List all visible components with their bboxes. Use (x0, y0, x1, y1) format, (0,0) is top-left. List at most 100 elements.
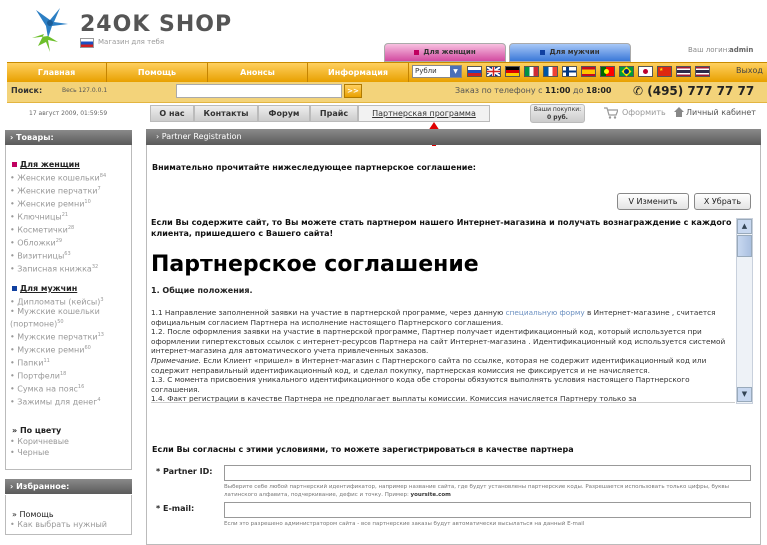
phone-mid: до (570, 86, 587, 95)
item-label: Женские перчатки (17, 186, 98, 196)
nav-home[interactable]: Главная (7, 63, 107, 83)
nav-info[interactable]: Информация (308, 63, 409, 83)
email-input[interactable] (224, 502, 751, 518)
sidebar-item[interactable]: • Дипломаты (кейсы)3 (10, 297, 104, 307)
logo-icon (32, 8, 68, 52)
fav-item[interactable]: • Как выбрать нужный (10, 520, 107, 529)
currency-select[interactable]: Рубли ▼ (412, 65, 462, 78)
logout-link[interactable]: Выход (736, 66, 763, 75)
sidebar-item[interactable]: • Черные (10, 448, 49, 457)
item-count: 50 (57, 319, 64, 325)
flag-cn-icon[interactable]: ★ (657, 66, 672, 77)
logo-text[interactable]: 24OK SHOP (80, 12, 232, 37)
item-count: 16 (77, 384, 85, 390)
flag-fr-icon[interactable] (543, 66, 558, 77)
sidebar-item[interactable]: • Папки11 (10, 358, 50, 368)
agreement-textarea[interactable]: Если Вы содержите сайт, то Вы можете ста… (151, 217, 735, 403)
sidebar-item[interactable]: • Коричневые (10, 437, 69, 446)
item-label: Мужские кошельки (портмоне) (10, 307, 100, 329)
item-count: 11 (43, 358, 50, 364)
sidebar-item[interactable]: • Визитницы63 (10, 251, 71, 261)
tab-women[interactable]: Для женщин (384, 43, 506, 62)
cart-summary[interactable]: Ваши покупки: 0 руб. (530, 104, 585, 123)
flag-es-icon[interactable] (581, 66, 596, 77)
category-women[interactable]: Для женщин (12, 160, 80, 169)
edit-button[interactable]: V Изменить (617, 193, 689, 210)
flag-th2-icon[interactable] (695, 66, 710, 77)
sidebar-item[interactable]: • Мужские перчатки13 (10, 332, 104, 342)
nav-announcements[interactable]: Анонсы (208, 63, 308, 83)
item-label: Коричневые (17, 437, 69, 446)
agreement-paragraph: 1.2. После оформления заявки на участие … (151, 327, 726, 356)
sidebar-item[interactable]: • Косметички28 (10, 225, 74, 235)
tab-contacts[interactable]: Контакты (194, 105, 258, 122)
fav-item[interactable]: » Помощь (12, 510, 54, 519)
sidebar-item[interactable]: • Ключницы21 (10, 212, 68, 222)
tab-partner-program[interactable]: Партнерская программа (358, 105, 490, 122)
search-input[interactable] (176, 84, 342, 98)
category-by-color[interactable]: » По цвету (12, 426, 61, 435)
flag-it-icon[interactable] (524, 66, 539, 77)
email-label-text: E-mail: (162, 504, 195, 513)
tab-price[interactable]: Прайс (310, 105, 358, 122)
login-user[interactable]: admin (729, 46, 753, 54)
phone-to: 18:00 (586, 86, 612, 95)
nav-help[interactable]: Помощь (107, 63, 208, 83)
sidebar-item[interactable]: • Портфели18 (10, 371, 66, 381)
item-label: Женские ремни (17, 199, 85, 209)
special-form-link[interactable]: специальную форму (506, 308, 585, 317)
sidebar-goods-header: › Товары: (5, 130, 132, 145)
flag-de-icon[interactable] (505, 66, 520, 77)
partner-id-hint-text: Выберите себе любой партнерский идентифи… (224, 484, 730, 498)
item-label: Как выбрать нужный (17, 520, 108, 529)
remove-button[interactable]: X Убрать (694, 193, 751, 210)
scroll-thumb[interactable] (737, 235, 752, 257)
partner-id-input[interactable] (224, 465, 751, 481)
flag-ru-icon[interactable] (467, 66, 482, 77)
sidebar-goods-title: Товары: (16, 133, 54, 142)
sidebar-item[interactable]: • Зажимы для денег4 (10, 397, 101, 407)
sidebar-item[interactable]: • Сумка на пояс16 (10, 384, 84, 394)
tab-men[interactable]: Для мужчин (509, 43, 631, 62)
sidebar-item[interactable]: • Записная книжка32 (10, 264, 98, 274)
category-men[interactable]: Для мужчин (12, 284, 77, 293)
russian-flag-icon (80, 38, 94, 48)
partner-id-hint: Выберите себе любой партнерский идентифи… (224, 483, 751, 499)
agreement-paragraph: Примечание. Если Клиент «пришел» в Интер… (151, 356, 735, 375)
flag-jp-icon[interactable] (638, 66, 653, 77)
scroll-up-icon[interactable]: ▲ (737, 219, 752, 234)
current-date: 17 август 2009, 01:59:59 (29, 110, 108, 117)
flag-br-icon[interactable] (619, 66, 634, 77)
account-link[interactable]: Личный кабинет (686, 108, 756, 117)
home-icon (674, 107, 684, 117)
item-count: 7 (97, 186, 101, 192)
chevron-down-icon: ▼ (450, 66, 461, 77)
sidebar-item[interactable]: • Женские ремни10 (10, 199, 91, 209)
item-label: Черные (17, 448, 50, 457)
item-label: Косметички (17, 225, 68, 235)
item-label: Ключницы (17, 212, 62, 222)
flag-fi-icon[interactable] (562, 66, 577, 77)
item-count: 63 (64, 251, 71, 257)
flag-pt-icon[interactable] (600, 66, 615, 77)
item-label: Сумка на пояс (17, 384, 78, 394)
sidebar-item[interactable]: • Женские перчатки7 (10, 186, 101, 196)
search-button[interactable]: >> (344, 84, 362, 98)
search-scope-select[interactable]: Весь 127.0.0.1 (62, 87, 107, 94)
sidebar-item[interactable]: • Мужские кошельки (портмоне)50 (10, 307, 125, 330)
tab-about[interactable]: О нас (150, 105, 194, 122)
flag-th-icon[interactable] (676, 66, 691, 77)
search-label: Поиск: (11, 86, 43, 95)
scroll-down-icon[interactable]: ▼ (737, 387, 752, 402)
item-count: 84 (99, 173, 107, 179)
main-nav: Главная Помощь Анонсы Информация (7, 62, 767, 83)
sidebar-item[interactable]: • Женские кошельки84 (10, 173, 106, 183)
cart-value: 0 руб. (547, 114, 568, 121)
item-label: Обложки (17, 238, 56, 248)
tab-forum[interactable]: Форум (258, 105, 310, 122)
checkout-link[interactable]: Оформить (622, 108, 666, 117)
flag-gb-icon[interactable] (486, 66, 501, 77)
sidebar-item[interactable]: • Обложки29 (10, 238, 62, 248)
sidebar-item[interactable]: • Мужские ремни60 (10, 345, 91, 355)
item-label: Папки (17, 358, 44, 368)
